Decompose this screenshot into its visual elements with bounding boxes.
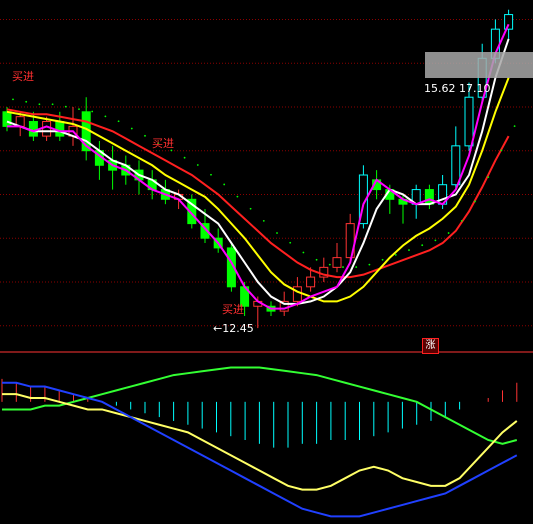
candle-body bbox=[464, 96, 474, 147]
sar-dot bbox=[408, 249, 410, 251]
candle-body bbox=[306, 276, 316, 288]
candlestick-chart: 15.62 17.10 ←12.45 买进 买进 买进 涨 bbox=[0, 0, 533, 524]
sar-dot bbox=[460, 220, 463, 222]
sar-dot bbox=[183, 156, 186, 159]
sar-dot bbox=[487, 176, 490, 179]
sar-dot bbox=[38, 103, 41, 106]
sar-dot bbox=[368, 263, 371, 266]
price-highlight-box bbox=[425, 52, 533, 78]
sar-dot bbox=[210, 173, 212, 176]
sar-dot bbox=[328, 263, 331, 266]
sar-dot bbox=[315, 258, 318, 261]
candle-body bbox=[424, 189, 434, 205]
candle-body bbox=[28, 121, 38, 137]
sar-dot bbox=[144, 134, 146, 137]
sar-dot bbox=[51, 103, 54, 106]
sar-dot bbox=[381, 258, 384, 261]
low-price-label: ←12.45 bbox=[213, 322, 254, 335]
sar-dot bbox=[434, 239, 437, 242]
candle-body bbox=[2, 111, 12, 127]
sar-dot bbox=[236, 195, 239, 198]
sar-dot bbox=[104, 115, 107, 118]
sar-dot bbox=[64, 105, 67, 108]
sar-dot bbox=[117, 120, 120, 123]
buy-signal-label-1: 买进 bbox=[12, 70, 34, 83]
sar-dot bbox=[262, 220, 265, 222]
candle-body bbox=[42, 121, 52, 137]
sar-dot bbox=[421, 244, 424, 247]
sar-dot bbox=[513, 125, 516, 128]
buy-signal-label-3: 买进 bbox=[222, 303, 244, 316]
rise-marker: 涨 bbox=[422, 338, 439, 354]
candle-body bbox=[332, 257, 342, 268]
sar-dot bbox=[500, 149, 503, 152]
sar-dot bbox=[355, 266, 358, 268]
candle-body bbox=[451, 145, 461, 186]
candle-body bbox=[504, 14, 514, 30]
candle-body bbox=[55, 121, 65, 137]
sar-dot bbox=[91, 110, 94, 113]
sar-dot bbox=[130, 127, 133, 130]
chart-svg bbox=[0, 9, 533, 518]
sar-dot bbox=[25, 100, 28, 103]
sar-dot bbox=[394, 254, 397, 256]
sar-dot bbox=[12, 98, 14, 101]
sar-dot bbox=[276, 232, 278, 234]
sar-dot bbox=[78, 108, 80, 110]
sar-dot bbox=[342, 266, 344, 268]
ma-white-line bbox=[6, 38, 510, 305]
sar-dot bbox=[196, 164, 199, 166]
sar-dot bbox=[249, 207, 252, 210]
sar-dot bbox=[289, 241, 292, 244]
sar-dot bbox=[302, 251, 305, 254]
sar-dot bbox=[474, 200, 476, 203]
buy-signal-label-2: 买进 bbox=[152, 137, 174, 150]
price-label: 15.62 17.10 bbox=[424, 82, 491, 95]
sar-dot bbox=[447, 232, 450, 234]
sar-dot bbox=[223, 183, 226, 186]
